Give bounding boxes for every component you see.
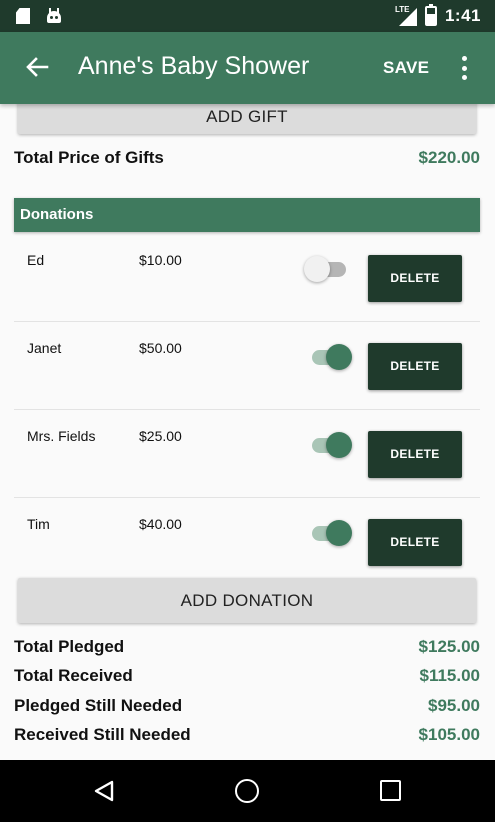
summary-row-pledged-still-needed: Pledged Still Needed $95.00: [14, 696, 480, 716]
page-title: Anne's Baby Shower: [78, 52, 310, 80]
summary-value: $125.00: [418, 637, 480, 656]
summary-label: Received Still Needed: [14, 725, 191, 744]
received-toggle[interactable]: [310, 518, 352, 548]
summary-label: Total Pledged: [14, 637, 125, 656]
gifts-total-label: Total Price of Gifts: [14, 148, 164, 167]
donation-amount: $40.00: [139, 516, 182, 532]
battery-icon: [424, 4, 437, 26]
gifts-total-row: Total Price of Gifts $220.00: [14, 148, 480, 168]
delete-button[interactable]: DELETE: [368, 255, 462, 302]
sd-card-icon: [16, 8, 30, 24]
donation-row: Janet $50.00 DELETE: [14, 322, 480, 410]
donor-name: Tim: [27, 516, 50, 532]
summary-row-received-still-needed: Received Still Needed $105.00: [14, 725, 480, 745]
status-time: 1:41: [444, 6, 481, 25]
save-button[interactable]: SAVE: [383, 58, 429, 78]
donation-row: Ed $10.00 DELETE: [14, 234, 480, 322]
donations-header: Donations: [14, 198, 480, 232]
system-nav-bar: [0, 760, 495, 822]
summary-label: Pledged Still Needed: [14, 696, 183, 715]
donation-amount: $50.00: [139, 340, 182, 356]
arrow-back-icon[interactable]: [22, 52, 52, 82]
app-bar: Anne's Baby Shower SAVE: [0, 32, 495, 104]
received-toggle[interactable]: [304, 254, 352, 284]
signal-icon: LTE: [393, 5, 417, 27]
donor-name: Janet: [27, 340, 62, 356]
donation-row: Mrs. Fields $25.00 DELETE: [14, 410, 480, 498]
summary-value: $105.00: [418, 725, 480, 744]
summary-label: Total Received: [14, 666, 133, 685]
main-content[interactable]: ADD GIFT Total Price of Gifts $220.00 Do…: [0, 104, 495, 760]
donation-amount: $10.00: [139, 252, 182, 268]
donor-name: Ed: [27, 252, 45, 268]
nav-home-icon[interactable]: [235, 779, 259, 803]
gifts-total-value: $220.00: [418, 148, 480, 167]
donor-name: Mrs. Fields: [27, 428, 96, 444]
android-icon: [46, 8, 62, 24]
add-donation-button[interactable]: ADD DONATION: [18, 578, 476, 623]
donation-row: Tim $40.00 DELETE: [14, 498, 480, 586]
add-gift-button[interactable]: ADD GIFT: [18, 104, 476, 134]
received-toggle[interactable]: [310, 430, 352, 460]
delete-button[interactable]: DELETE: [368, 519, 462, 566]
donation-amount: $25.00: [139, 428, 182, 444]
summary-row-total-received: Total Received $115.00: [14, 666, 480, 686]
nav-recents-icon[interactable]: [380, 780, 401, 801]
received-toggle[interactable]: [310, 342, 352, 372]
nav-back-icon[interactable]: [92, 779, 116, 803]
status-bar: LTE 1:41: [0, 0, 495, 32]
delete-button[interactable]: DELETE: [368, 431, 462, 478]
more-vert-icon[interactable]: [461, 56, 467, 80]
summary-value: $115.00: [419, 666, 480, 685]
summary-value: $95.00: [428, 696, 480, 715]
delete-button[interactable]: DELETE: [368, 343, 462, 390]
summary-row-total-pledged: Total Pledged $125.00: [14, 637, 480, 657]
